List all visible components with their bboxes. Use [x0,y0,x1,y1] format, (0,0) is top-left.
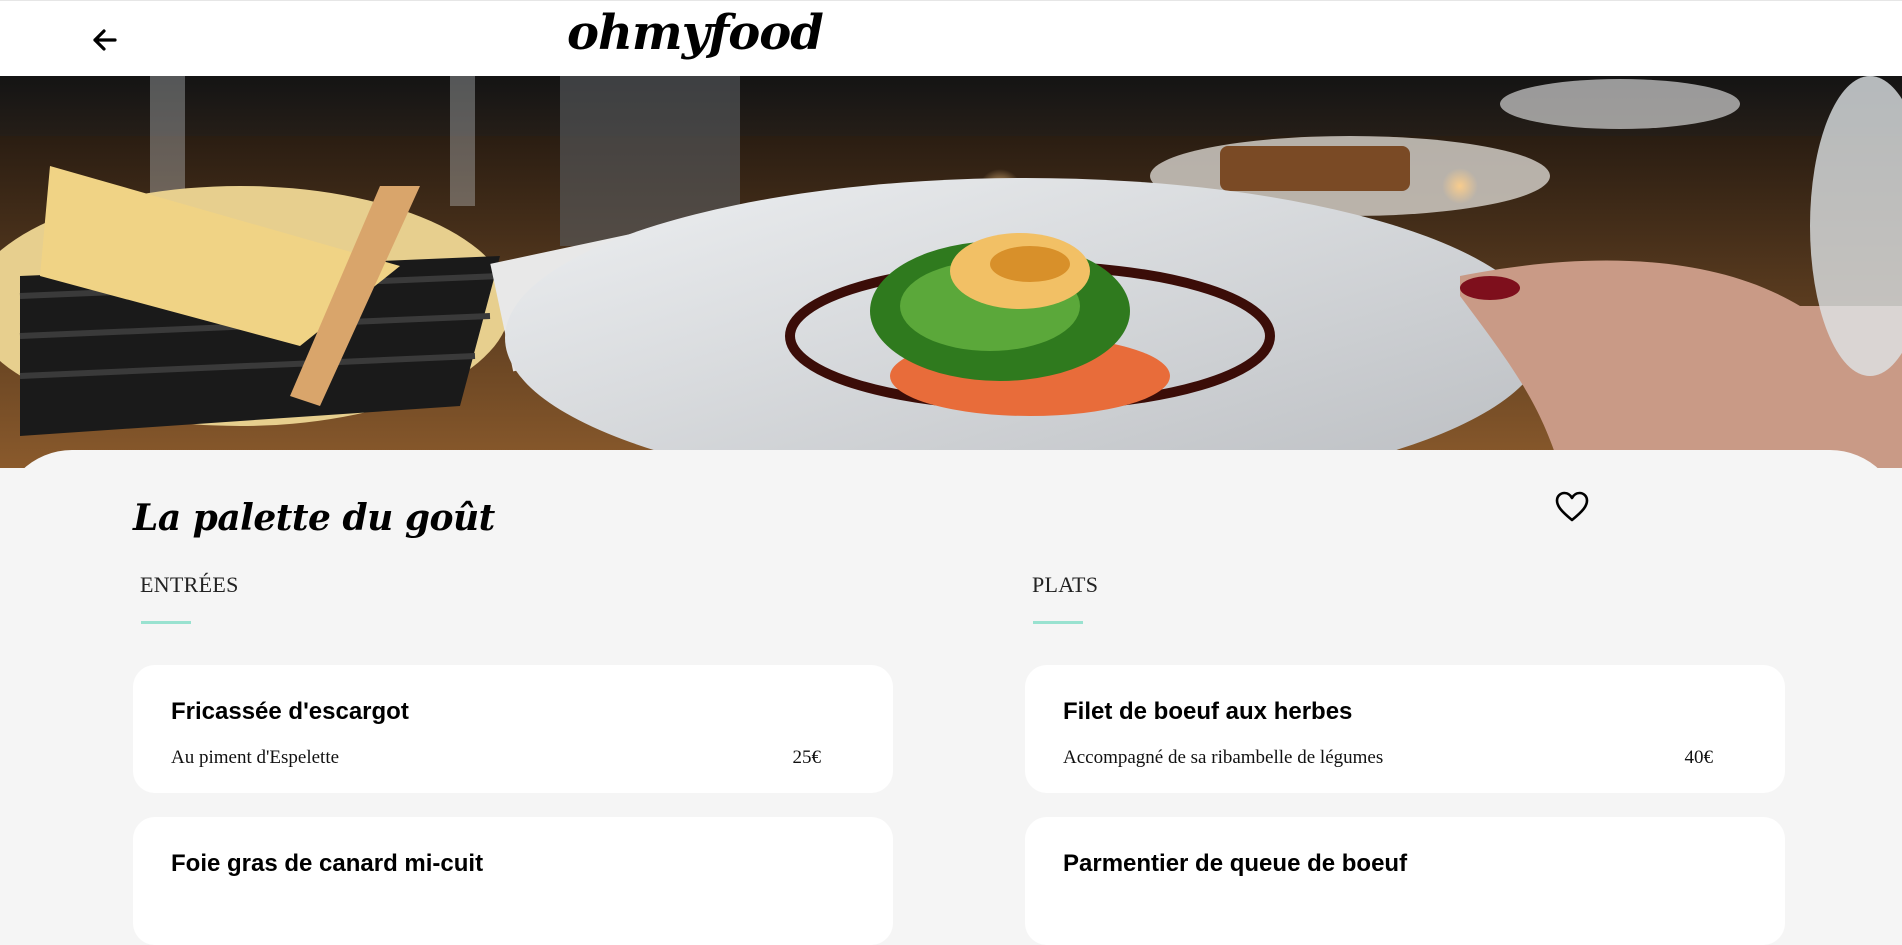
section-underline [1033,621,1083,624]
top-header: ohmyfood [0,0,1902,76]
menu-item-name: Foie gras de canard mi-cuit [171,850,484,877]
section-underline [141,621,191,624]
hero-image [0,76,1902,468]
menu-item-price: 40€ [1684,747,1714,768]
menu-item-card[interactable]: Filet de boeuf aux herbes Accompagné de … [1025,665,1785,793]
menu-item-card[interactable]: Foie gras de canard mi-cuit [133,817,893,945]
menu-item-card[interactable]: Parmentier de queue de boeuf [1025,817,1785,945]
restaurant-dish-photo [0,76,1902,468]
menu-item-name: Parmentier de queue de boeuf [1063,850,1408,877]
section-title-plats: PLATS [1032,572,1099,597]
arrow-left-icon [93,29,117,51]
menu-item-price: 25€ [792,747,822,768]
menu-item-name: Fricassée d'escargot [171,698,409,725]
menu-item-description: Accompagné de sa ribambelle de légumes [1063,747,1384,768]
menu-item-card[interactable]: Fricassée d'escargot Au piment d'Espelet… [133,665,893,793]
menu-item-name: Filet de boeuf aux herbes [1063,698,1353,725]
favorite-button[interactable] [1555,491,1589,523]
heart-outline-icon [1555,491,1589,522]
menu-sheet: La palette du goût ENTRÉES Fricassée d'e… [0,450,1902,945]
logo[interactable]: ohmyfood [567,3,824,63]
menu-item-description: Au piment d'Espelette [171,747,340,768]
back-button[interactable] [90,25,120,55]
restaurant-name: La palette du goût [133,497,495,539]
section-title-entrees: ENTRÉES [140,572,239,597]
